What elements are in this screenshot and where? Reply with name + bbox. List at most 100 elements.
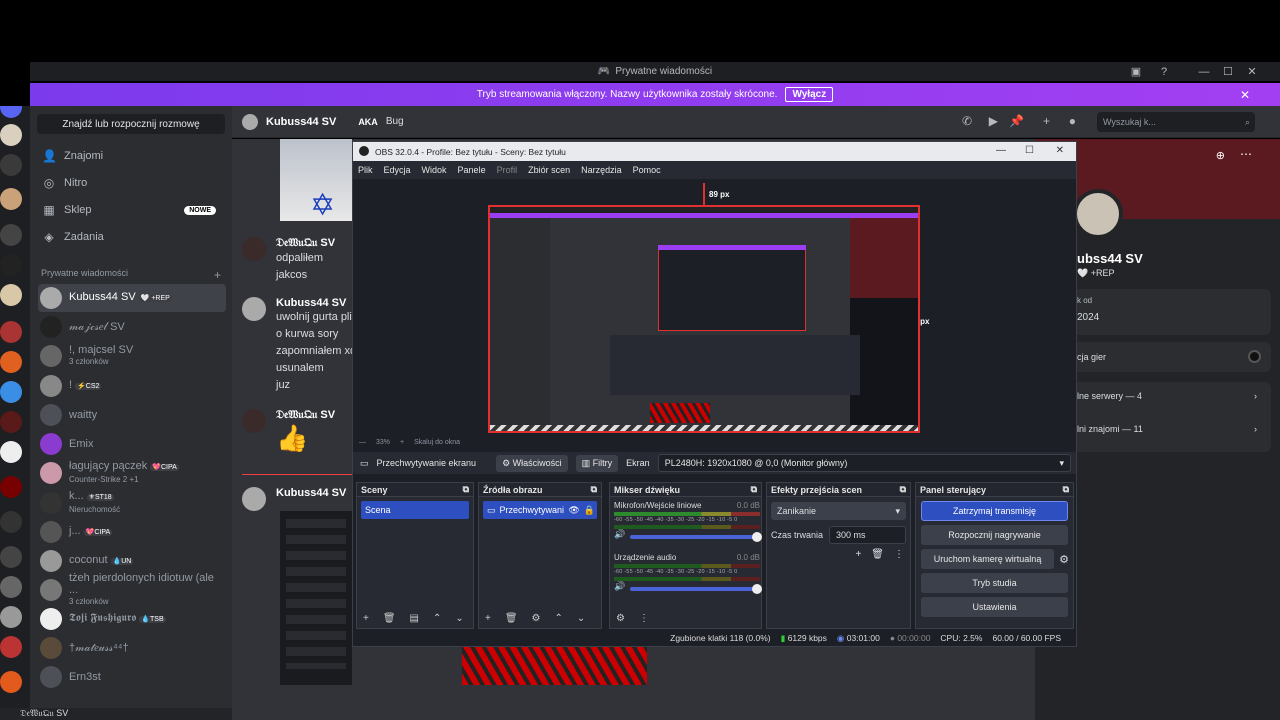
stop-streaming-button[interactable]: Zatrzymaj transmisję [921, 501, 1068, 521]
start-recording-button[interactable]: Rozpocznij nagrywanie [921, 525, 1068, 545]
server-icon[interactable] [0, 188, 22, 210]
nav-nitro[interactable]: ◎ Nitro [38, 171, 226, 195]
undock-icon[interactable]: ⧉ [751, 484, 757, 495]
dm-item[interactable]: Ern3st [38, 663, 226, 691]
duration-input[interactable]: 300 ms [829, 526, 906, 544]
server-icon[interactable] [0, 546, 22, 568]
server-icon[interactable] [0, 411, 22, 433]
dm-item[interactable]: coconut 💧UN [38, 547, 226, 575]
source-item[interactable]: ▭ Przechwytywani 👁 🔒 [483, 501, 597, 519]
delete-icon[interactable]: 🗑 [383, 613, 396, 624]
move-down-icon[interactable]: ⌄ [577, 613, 585, 624]
preview-canvas[interactable] [488, 205, 920, 433]
menu-docks[interactable]: Panele [458, 165, 486, 175]
dm-item[interactable]: Emix [38, 430, 226, 458]
search-input[interactable]: Wyszukaj k... ⌕ [1097, 112, 1255, 132]
nav-quests[interactable]: ◈ Zadania [38, 225, 226, 249]
maximize-icon[interactable]: ☐ [1025, 145, 1034, 156]
menu-help[interactable]: Pomoc [633, 165, 661, 175]
screen-select[interactable]: PL2480H: 1920x1080 @ 0,0 (Monitor główny… [657, 454, 1071, 472]
lock-icon[interactable]: 🔒 [584, 505, 595, 516]
zoom-out-icon[interactable]: — [359, 439, 366, 446]
undock-icon[interactable]: ⧉ [591, 484, 597, 495]
dm-item[interactable]: 𝕿𝖔𝖏𝖎 𝕱𝖚𝖘𝖍𝖎𝖌𝖚𝖗𝖔 💧TSB [38, 605, 226, 633]
server-icon[interactable] [0, 106, 22, 118]
pin-icon[interactable]: 📌 [1009, 114, 1024, 128]
settings-icon[interactable]: ⚙ [532, 613, 541, 624]
server-icon[interactable] [0, 381, 22, 403]
server-icon[interactable] [0, 476, 22, 498]
speaker-icon[interactable]: 🔊 [614, 581, 625, 592]
dm-item[interactable]: waitty [38, 401, 226, 429]
move-down-icon[interactable]: ⌄ [455, 613, 463, 624]
disable-streamer-mode-button[interactable]: Wyłącz [785, 87, 834, 102]
move-up-icon[interactable]: ⌃ [555, 613, 563, 624]
server-icon[interactable] [0, 576, 22, 598]
menu-edit[interactable]: Edycja [384, 165, 411, 175]
visibility-icon[interactable]: 👁 [568, 505, 579, 516]
properties-button[interactable]: ⚙ Właściwości [496, 454, 568, 472]
settings-button[interactable]: Ustawienia [921, 597, 1068, 617]
mutual-servers[interactable]: lne serwery — 4 › [1077, 391, 1257, 401]
dm-item[interactable]: !, majcsel SV 3 członków [38, 342, 226, 370]
server-icon[interactable] [0, 154, 22, 176]
filters-button[interactable]: ▥ Filtry [575, 454, 619, 472]
add-friend-icon[interactable]: ⊕ [1216, 149, 1225, 162]
undock-icon[interactable]: ⧉ [900, 484, 906, 495]
dm-item[interactable]: łagujący pączek 💖CIPA Counter-Strike 2 +1 [38, 459, 226, 487]
server-icon[interactable] [0, 254, 22, 276]
menu-view[interactable]: Widok [422, 165, 447, 175]
close-icon[interactable]: ✕ [1240, 62, 1264, 81]
menu-profile[interactable]: Profil [497, 165, 518, 175]
inbox-icon[interactable]: ▣ [1124, 62, 1148, 81]
more-icon[interactable]: ⋯ [1240, 147, 1252, 161]
dm-item[interactable]: †𝓂𝒶𝓉𝑒𝓊𝓈𝓈⁴⁴† [38, 634, 226, 662]
virtual-camera-settings-icon[interactable]: ⚙ [1059, 553, 1069, 566]
menu-tools[interactable]: Narzędzia [581, 165, 622, 175]
embedded-screenshot[interactable] [280, 511, 352, 685]
start-virtual-camera-button[interactable]: Uruchom kamerę wirtualną [921, 549, 1055, 569]
zoom-in-icon[interactable]: + [400, 439, 404, 446]
server-icon[interactable] [0, 671, 22, 693]
nav-friends[interactable]: 👤 Znajomi [38, 144, 226, 168]
server-icon[interactable] [0, 441, 22, 463]
embedded-image[interactable]: ✡ [280, 139, 352, 221]
nav-shop[interactable]: ▦ Sklep NOWE [38, 198, 226, 222]
menu-scene-collection[interactable]: Zbiór scen [528, 165, 570, 175]
close-icon[interactable]: ✕ [1056, 145, 1064, 156]
zoom-mode[interactable]: Skaluj do okna [414, 439, 460, 446]
audio-settings-icon[interactable]: ⚙ [616, 613, 625, 624]
delete-icon[interactable]: 🗑 [505, 613, 518, 624]
embedded-image[interactable] [462, 647, 647, 685]
dm-item[interactable]: k... ⚜ST18 Nieruchomość [38, 489, 226, 517]
server-icon[interactable] [0, 511, 22, 533]
more-icon[interactable]: ⋮ [894, 549, 904, 560]
add-friend-icon[interactable]: + [1043, 114, 1050, 128]
server-icon[interactable] [0, 351, 22, 373]
dm-item[interactable]: ! ⚡CS2 [38, 372, 226, 400]
activity-card[interactable]: cja gier [1065, 342, 1271, 372]
add-icon[interactable]: + [855, 549, 861, 560]
maximize-icon[interactable]: ☐ [1216, 62, 1240, 81]
undock-icon[interactable]: ⧉ [463, 484, 469, 495]
server-icon[interactable] [0, 224, 22, 246]
dm-item[interactable]: tżeh pierdolonych idiotuw (ale ... 3 czło… [38, 572, 226, 606]
delete-icon[interactable]: 🗑 [871, 549, 884, 560]
move-up-icon[interactable]: ⌃ [433, 613, 441, 624]
add-icon[interactable]: + [485, 613, 491, 624]
server-icon[interactable] [0, 636, 22, 658]
find-conversation-button[interactable]: Znajdź lub rozpocznij rozmowę [37, 114, 225, 134]
minimize-icon[interactable]: — [1192, 62, 1216, 81]
video-icon[interactable]: ▶ [989, 114, 998, 128]
create-dm-button[interactable]: + [214, 268, 221, 282]
server-icon[interactable] [0, 321, 22, 343]
filter-icon[interactable]: ▤ [410, 613, 419, 624]
banner-close-icon[interactable]: ✕ [1240, 88, 1250, 102]
minimize-icon[interactable]: — [996, 145, 1006, 156]
transition-select[interactable]: Zanikanie ▾ [771, 502, 906, 520]
volume-slider[interactable] [630, 584, 762, 594]
mutual-friends[interactable]: lni znajomi — 11 › [1077, 424, 1257, 434]
studio-mode-button[interactable]: Tryb studia [921, 573, 1068, 593]
dm-item[interactable]: Kubuss44 SV 🤍 +REP [38, 284, 226, 312]
dm-item[interactable]: 𝓂𝒶𝒿𝒸𝓈𝑒𝓁 SV [38, 313, 226, 341]
